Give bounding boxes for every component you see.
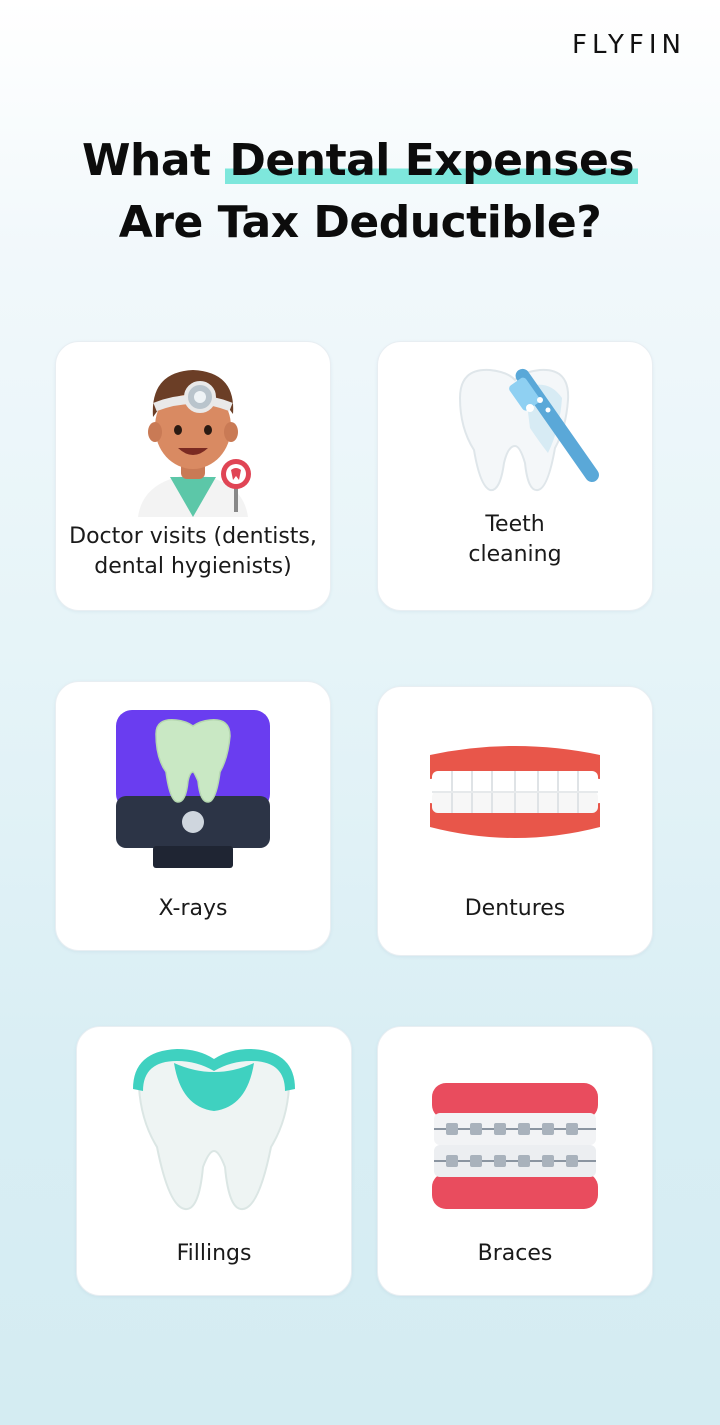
card-teeth-cleaning: Teeth cleaning <box>377 341 653 611</box>
card-braces: Braces <box>377 1026 653 1296</box>
card-label-line1: Teeth <box>485 512 545 537</box>
page-title: What Dental Expenses Are Tax Deductible? <box>0 130 720 254</box>
braces-icon <box>378 1079 652 1214</box>
xray-machine-icon <box>56 706 330 871</box>
card-label-line1: Dentures <box>464 896 566 921</box>
card-label-line2: cleaning <box>468 542 562 567</box>
card-x-rays: X-rays <box>55 681 331 951</box>
card-fillings: Fillings <box>76 1026 352 1296</box>
filled-tooth-icon <box>77 1047 351 1217</box>
card-label-line1: Braces <box>477 1241 553 1266</box>
card-label-line1: Doctor visits (dentists, <box>69 524 317 549</box>
card-label-line1: Fillings <box>176 1241 252 1266</box>
dentist-icon <box>56 352 330 517</box>
card-label-line1: X-rays <box>158 896 228 921</box>
card-doctor-visits: Doctor visits (dentists, dental hygienis… <box>55 341 331 611</box>
card-dentures: Dentures <box>377 686 653 956</box>
dentures-icon <box>378 741 652 846</box>
card-label-line2: dental hygienists) <box>94 554 292 579</box>
brand-logo: FLYFIN <box>572 30 686 60</box>
tooth-brush-icon <box>378 358 652 498</box>
title-part1: What <box>81 135 226 186</box>
title-highlight: Dental Expenses <box>225 135 639 186</box>
title-line2: Are Tax Deductible? <box>118 197 602 248</box>
